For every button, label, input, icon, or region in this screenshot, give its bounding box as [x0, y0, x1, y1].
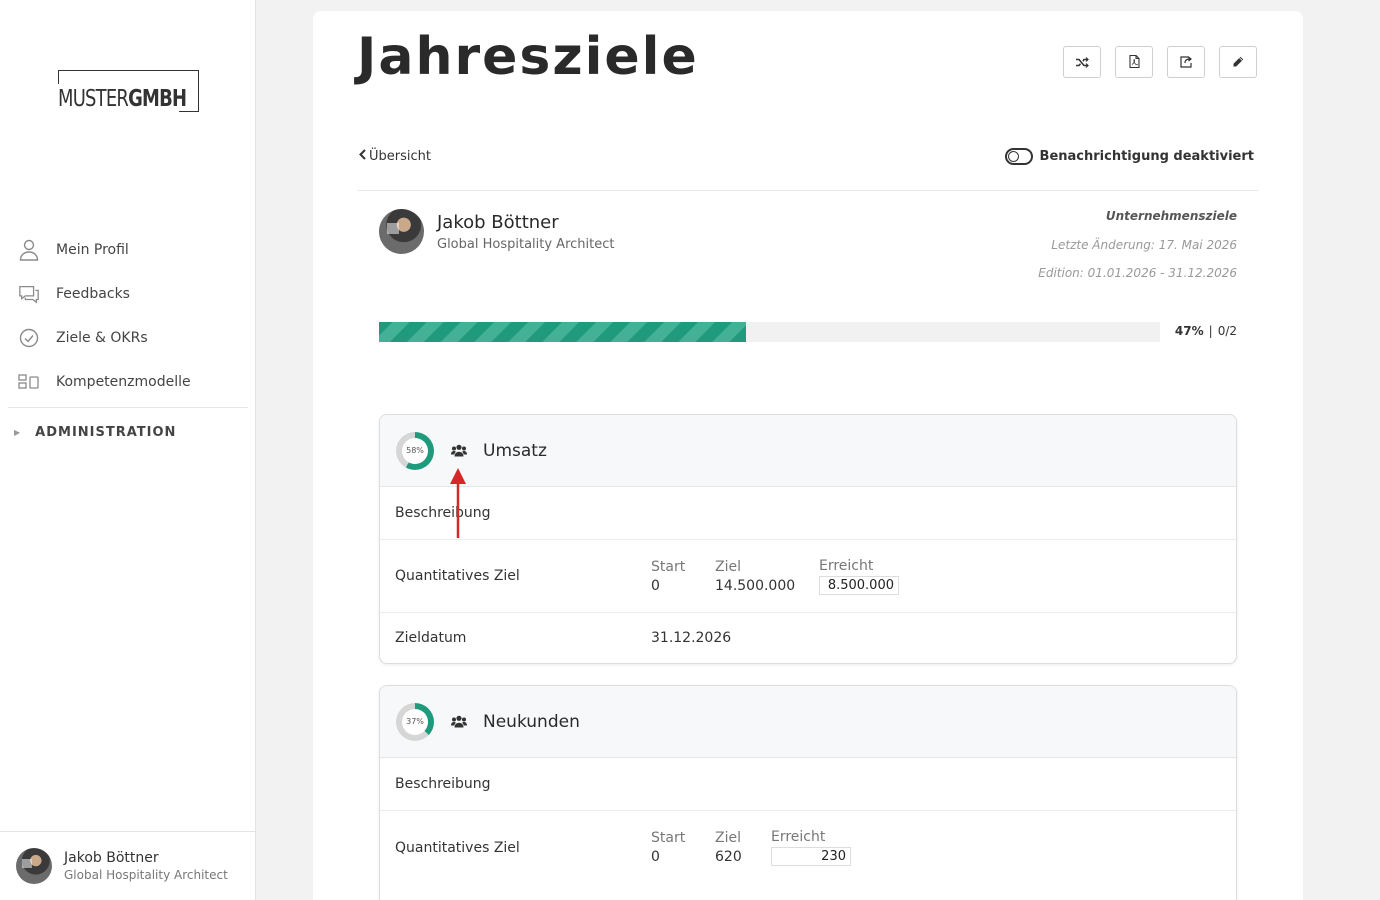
target-value: 620	[715, 849, 742, 865]
team-icon	[451, 444, 467, 457]
avatar	[379, 209, 424, 254]
chat-icon	[18, 283, 40, 305]
share-icon	[1179, 53, 1193, 72]
goal-card-umsatz: 58% Umsatz Beschreibung Quantitatives Zi…	[379, 414, 1237, 664]
description-row[interactable]: Beschreibung	[380, 758, 1236, 811]
quant-label: Quantitatives Ziel	[395, 568, 520, 584]
shuffle-button[interactable]	[1063, 46, 1101, 78]
sidebar-nav: Mein Profil Feedbacks Ziele & OKRs Kompe…	[0, 228, 256, 452]
progress-count: 0/2	[1217, 324, 1237, 338]
sidebar-item-administration[interactable]: ▶ ADMINISTRATION	[0, 412, 256, 452]
goal-type: Unternehmensziele	[1105, 209, 1237, 223]
company-logo[interactable]: MUSTERGMBH	[58, 70, 200, 112]
toolbar	[1063, 46, 1257, 78]
quant-label: Quantitatives Ziel	[395, 839, 520, 856]
progress-bar	[379, 322, 1160, 342]
goal-percent: 37%	[406, 717, 424, 726]
sidebar-user[interactable]: Jakob Böttner Global Hospitality Archite…	[0, 831, 255, 900]
target-label: Ziel	[715, 830, 741, 846]
progress-fill	[379, 322, 747, 342]
progress-separator: |	[1208, 324, 1213, 338]
goal-header[interactable]: 58% Umsatz	[380, 415, 1236, 487]
admin-label: ADMINISTRATION	[35, 424, 177, 440]
main-content: Jahresziele Übersicht Benachrichtigung d…	[313, 11, 1303, 900]
target-label: Ziel	[715, 558, 741, 575]
date-row: Zieldatum 31.12.2026	[380, 613, 1236, 663]
target-col: Ziel 620	[715, 830, 743, 865]
achieved-input[interactable]: 230	[771, 847, 851, 866]
achieved-input[interactable]: 8.500.000	[819, 575, 899, 595]
progress-label: 47% | 0/2	[1175, 324, 1237, 338]
owner-name: Jakob Böttner	[437, 211, 559, 233]
notification-label: Benachrichtigung deaktiviert	[1039, 149, 1254, 164]
avatar	[16, 848, 52, 884]
goal-owner: Jakob Böttner Global Hospitality Archite…	[379, 209, 614, 254]
goal-progress-donut: 37%	[396, 702, 434, 741]
target-col: Ziel 14.500.000	[715, 558, 796, 594]
goal-title: Umsatz	[483, 440, 547, 461]
grid-icon	[18, 371, 40, 393]
description-row[interactable]: Beschreibung	[380, 487, 1236, 540]
team-icon	[451, 715, 467, 728]
owner-role: Global Hospitality Architect	[437, 236, 615, 252]
sidebar-divider	[8, 407, 248, 408]
achieved-label: Erreicht	[819, 557, 874, 574]
back-link[interactable]: Übersicht	[359, 149, 431, 164]
start-value: 0	[651, 849, 660, 865]
caret-right-icon: ▶	[14, 427, 22, 437]
sidebar-item-mein-profil[interactable]: Mein Profil	[0, 228, 256, 272]
start-col: Start 0	[651, 830, 687, 865]
pdf-export-button[interactable]	[1115, 46, 1153, 78]
goal-title: Neukunden	[483, 711, 580, 732]
date-label: Zieldatum	[395, 630, 467, 646]
goal-meta: Unternehmensziele Letzte Änderung: 17. M…	[1038, 209, 1237, 295]
back-link-label: Übersicht	[369, 149, 431, 164]
quantitative-row: Quantitatives Ziel Start 0 Ziel 14.500.0…	[380, 540, 1236, 613]
sidebar-item-label: Mein Profil	[56, 242, 129, 258]
progress-percent: 47%	[1174, 324, 1204, 338]
toggle-switch[interactable]	[1004, 148, 1033, 165]
start-label: Start	[651, 830, 686, 846]
sidebar-item-label: Kompetenzmodelle	[56, 374, 191, 390]
goal-percent: 58%	[406, 446, 424, 455]
achieved-label: Erreicht	[771, 829, 826, 845]
description-label: Beschreibung	[395, 776, 491, 792]
start-col: Start 0	[651, 559, 687, 594]
page-title: Jahresziele	[357, 27, 699, 87]
pencil-icon	[1232, 53, 1244, 72]
start-label: Start	[651, 558, 686, 575]
chevron-left-icon	[359, 149, 366, 164]
achieved-col: Erreicht 8.500.000	[819, 558, 899, 595]
target-value: 14.500.000	[715, 577, 796, 594]
start-value: 0	[651, 577, 660, 594]
description-label: Beschreibung	[395, 505, 491, 521]
check-circle-icon	[18, 327, 40, 349]
user-icon	[18, 239, 40, 261]
sidebar: MUSTERGMBH Mein Profil Feedbacks Ziele &…	[0, 0, 256, 900]
edition: Edition: 01.01.2026 - 31.12.2026	[1038, 266, 1237, 280]
user-name: Jakob Böttner	[64, 850, 159, 866]
sidebar-item-label: Ziele & OKRs	[56, 330, 148, 346]
edit-button[interactable]	[1219, 46, 1257, 78]
goal-progress-donut: 58%	[396, 431, 434, 470]
goal-header[interactable]: 37% Neukunden	[380, 686, 1236, 758]
notification-toggle[interactable]: Benachrichtigung deaktiviert	[1004, 148, 1254, 165]
share-button[interactable]	[1167, 46, 1205, 78]
user-role: Global Hospitality Architect	[64, 868, 228, 882]
last-change: Letzte Änderung: 17. Mai 2026	[1051, 237, 1237, 252]
sidebar-item-feedbacks[interactable]: Feedbacks	[0, 272, 256, 316]
sidebar-item-kompetenzmodelle[interactable]: Kompetenzmodelle	[0, 360, 256, 404]
achieved-col: Erreicht 230	[771, 829, 851, 866]
shuffle-icon	[1075, 53, 1089, 72]
quantitative-row: Quantitatives Ziel Start 0 Ziel 620 Erre…	[380, 811, 1236, 884]
divider	[358, 190, 1258, 191]
pdf-icon	[1128, 53, 1140, 72]
goal-card-neukunden: 37% Neukunden Beschreibung Quantitatives…	[379, 685, 1237, 900]
sidebar-item-label: Feedbacks	[56, 286, 130, 302]
date-value: 31.12.2026	[651, 630, 732, 646]
sidebar-item-ziele-okrs[interactable]: Ziele & OKRs	[0, 316, 256, 360]
